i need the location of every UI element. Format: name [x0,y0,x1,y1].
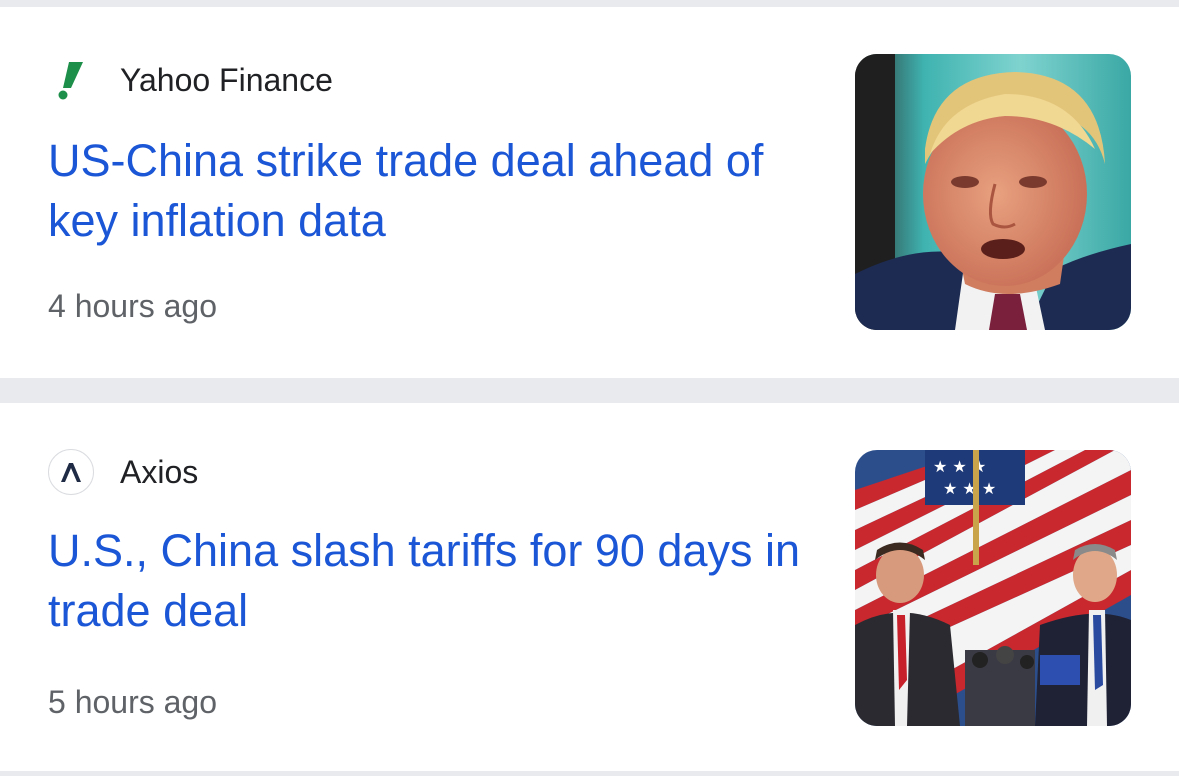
source-name: Yahoo Finance [120,62,333,98]
press-conference-flag-image[interactable]: ★ ★ ★ ★ ★ ★ [855,450,1131,726]
svg-text:★ ★ ★: ★ ★ ★ [943,479,996,498]
source-row: Yahoo Finance [48,57,333,103]
axios-logo-icon [48,449,94,495]
headline-link[interactable]: U.S., China slash tariffs for 90 days in… [48,521,808,641]
source-row: Axios [48,449,198,495]
timestamp: 5 hours ago [48,684,218,720]
headline-link[interactable]: US-China strike trade deal ahead of key … [48,131,808,251]
timestamp: 4 hours ago [48,288,218,324]
trump-portrait-image[interactable] [855,54,1131,330]
news-card[interactable]: Yahoo Finance US-China strike trade deal… [0,7,1179,378]
yahoo-finance-exclamation-icon [48,57,94,103]
news-card[interactable]: Axios U.S., China slash tariffs for 90 d… [0,403,1179,771]
source-name: Axios [120,454,199,490]
